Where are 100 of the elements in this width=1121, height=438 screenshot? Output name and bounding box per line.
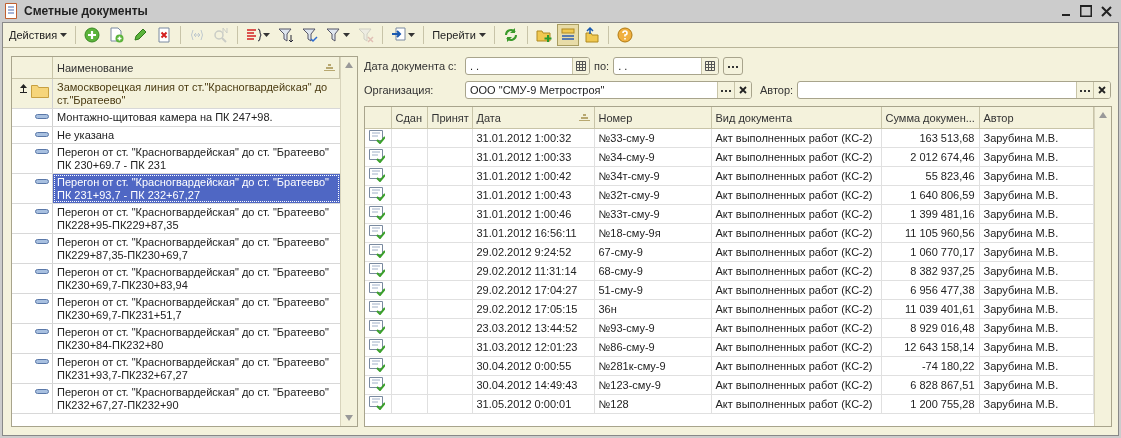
element-icon [35, 114, 49, 119]
table-cell: 11 039 401,61 [881, 299, 979, 319]
scrollbar[interactable] [340, 57, 357, 426]
tree-item[interactable]: Перегон от ст. "Красногвардейская" до ст. "Братеево" ПК229+87,35-ПК230+69,7 [53, 234, 340, 263]
hierarchy-icon [559, 27, 576, 43]
clear-icon [734, 82, 751, 98]
element-icon [35, 299, 49, 304]
table-cell: -74 180,22 [881, 356, 979, 376]
refresh-icon [502, 27, 519, 43]
table-cell: №123-сму-9 [594, 375, 711, 395]
maximize-icon[interactable] [1079, 4, 1093, 18]
field-label: по: [594, 60, 610, 72]
table-cell: №34-сму-9 [594, 147, 711, 167]
element-icon [35, 209, 49, 214]
column-header[interactable]: Автор [979, 107, 1094, 129]
tree-item[interactable]: Перегон от ст. "Красногвардейская" до ст. "Братеево" ПК 230+69.7 - ПК 231 [53, 144, 340, 173]
close-icon[interactable] [1099, 4, 1113, 18]
author-field[interactable] [797, 81, 1112, 99]
expand-icon[interactable] [20, 84, 27, 93]
posted-document-icon [369, 149, 385, 163]
posted-document-icon [369, 206, 385, 220]
tree-item[interactable]: Монтажно-щитовая камера на ПК 247+98. [53, 109, 340, 126]
organization-field[interactable]: ООО "СМУ-9 Метростроя" [465, 81, 752, 99]
period-button[interactable] [723, 57, 744, 75]
tree-item[interactable]: Перегон от ст. "Красногвардейская" до ст. "Братеево" ПК230+69,7-ПК231+51,7 [53, 294, 340, 323]
column-header[interactable]: Вид документа [711, 107, 881, 129]
caret-icon [478, 33, 486, 37]
field-label: Автор: [760, 84, 794, 96]
table-cell: Зарубина М.В. [979, 356, 1094, 376]
scroll-up-icon[interactable] [345, 62, 353, 68]
table-cell: 12 643 158,14 [881, 337, 979, 357]
column-header[interactable]: Дата [472, 107, 594, 129]
table-cell: №33т-сму-9 [594, 204, 711, 224]
scrollbar[interactable] [1094, 107, 1111, 426]
window-title: Сметные документы [24, 4, 149, 18]
table-cell: Зарубина М.В. [979, 299, 1094, 319]
tree-item[interactable]: Перегон от ст. "Красногвардейская" до ст. "Братеево" ПК 231+93,7 - ПК 232+67,27 [53, 174, 340, 203]
posted-document-icon [369, 282, 385, 296]
table-cell: Зарубина М.В. [979, 166, 1094, 186]
posted-document-icon [369, 320, 385, 334]
table-cell: Зарубина М.В. [979, 318, 1094, 338]
caret-icon [60, 33, 68, 37]
search-icon [213, 27, 230, 43]
tree-item[interactable]: Перегон от ст. "Красногвардейская" до ст. "Братеево" ПК230+84-ПК232+80 [53, 324, 340, 353]
column-header[interactable]: Сумма докумен... [881, 107, 979, 129]
date-field[interactable]: . . [465, 57, 590, 75]
tree-item[interactable]: Перегон от ст. "Красногвардейская" до ст. "Братеево" ПК231+93,7-ПК232+67,27 [53, 354, 340, 383]
table-cell: 31.01.2012 1:00:33 [472, 147, 594, 167]
toolbar-button[interactable] [556, 24, 579, 46]
table-cell: №86-сму-9 [594, 337, 711, 357]
field-label: Дата документа с: [364, 60, 458, 72]
filter-icon [326, 27, 343, 43]
column-header[interactable]: Сдан [391, 107, 427, 129]
posted-document-icon [369, 244, 385, 258]
date-field[interactable]: . . [466, 60, 572, 72]
table-cell: 1 060 770,17 [881, 242, 979, 262]
table-cell: Зарубина М.В. [979, 394, 1094, 414]
caret-icon [408, 33, 416, 37]
table-cell: Акт выполненных работ (КС-2) [711, 318, 881, 338]
scroll-up-icon[interactable] [1099, 112, 1107, 118]
calendar-icon [572, 58, 589, 74]
table-cell: 31.05.2012 0:00:01 [472, 394, 594, 414]
element-icon [35, 329, 49, 334]
table-cell: Зарубина М.В. [979, 147, 1094, 167]
posted-document-icon [369, 396, 385, 410]
tree-item[interactable]: Перегон от ст. "Красногвардейская" до ст. "Братеево" ПК232+67,27-ПК232+90 [53, 384, 340, 413]
column-header[interactable]: Принят [427, 107, 472, 129]
ellipsis-icon [717, 82, 734, 98]
table-cell: Зарубина М.В. [979, 261, 1094, 281]
ellipsis-icon [728, 64, 739, 68]
menu-button[interactable]: Действия [6, 27, 71, 43]
clear-icon [1093, 82, 1111, 98]
caret-icon [343, 33, 351, 37]
table-cell: 67-сму-9 [594, 242, 711, 262]
column-header[interactable]: Номер [594, 107, 711, 129]
scroll-down-icon[interactable] [345, 415, 353, 421]
element-icon [35, 179, 49, 184]
table-cell: 1 200 755,28 [881, 394, 979, 414]
date-field[interactable]: . . [613, 57, 720, 75]
tree-item[interactable]: Перегон от ст. "Красногвардейская" до ст. "Братеево" ПК230+69,7-ПК230+83,94 [53, 264, 340, 293]
table-cell: Зарубина М.В. [979, 128, 1094, 148]
table-cell: Акт выполненных работ (КС-2) [711, 337, 881, 357]
date-field[interactable]: . . [614, 60, 702, 72]
copy-icon [108, 27, 125, 43]
table-cell: Зарубина М.В. [979, 242, 1094, 262]
table-cell: №93-сму-9 [594, 318, 711, 338]
tree-item[interactable]: Не указана [53, 126, 340, 143]
arrows-icon [189, 27, 206, 43]
table-cell: Акт выполненных работ (КС-2) [711, 280, 881, 300]
tree-item[interactable]: Перегон от ст. "Красногвардейская" до ст. "Братеево" ПК228+95-ПК229+87,35 [53, 204, 340, 233]
table-cell: №128 [594, 394, 711, 414]
table-cell: 31.01.2012 1:00:42 [472, 166, 594, 186]
element-icon [35, 389, 49, 394]
menu-button[interactable]: Перейти [429, 27, 489, 43]
posted-document-icon [369, 263, 385, 277]
element-icon [35, 269, 49, 274]
filter-clear-icon [358, 27, 375, 43]
table-cell: 29.02.2012 17:04:27 [472, 280, 594, 300]
organization-field[interactable]: ООО "СМУ-9 Метростроя" [466, 84, 717, 96]
table-cell: 31.01.2012 1:00:32 [472, 128, 594, 148]
